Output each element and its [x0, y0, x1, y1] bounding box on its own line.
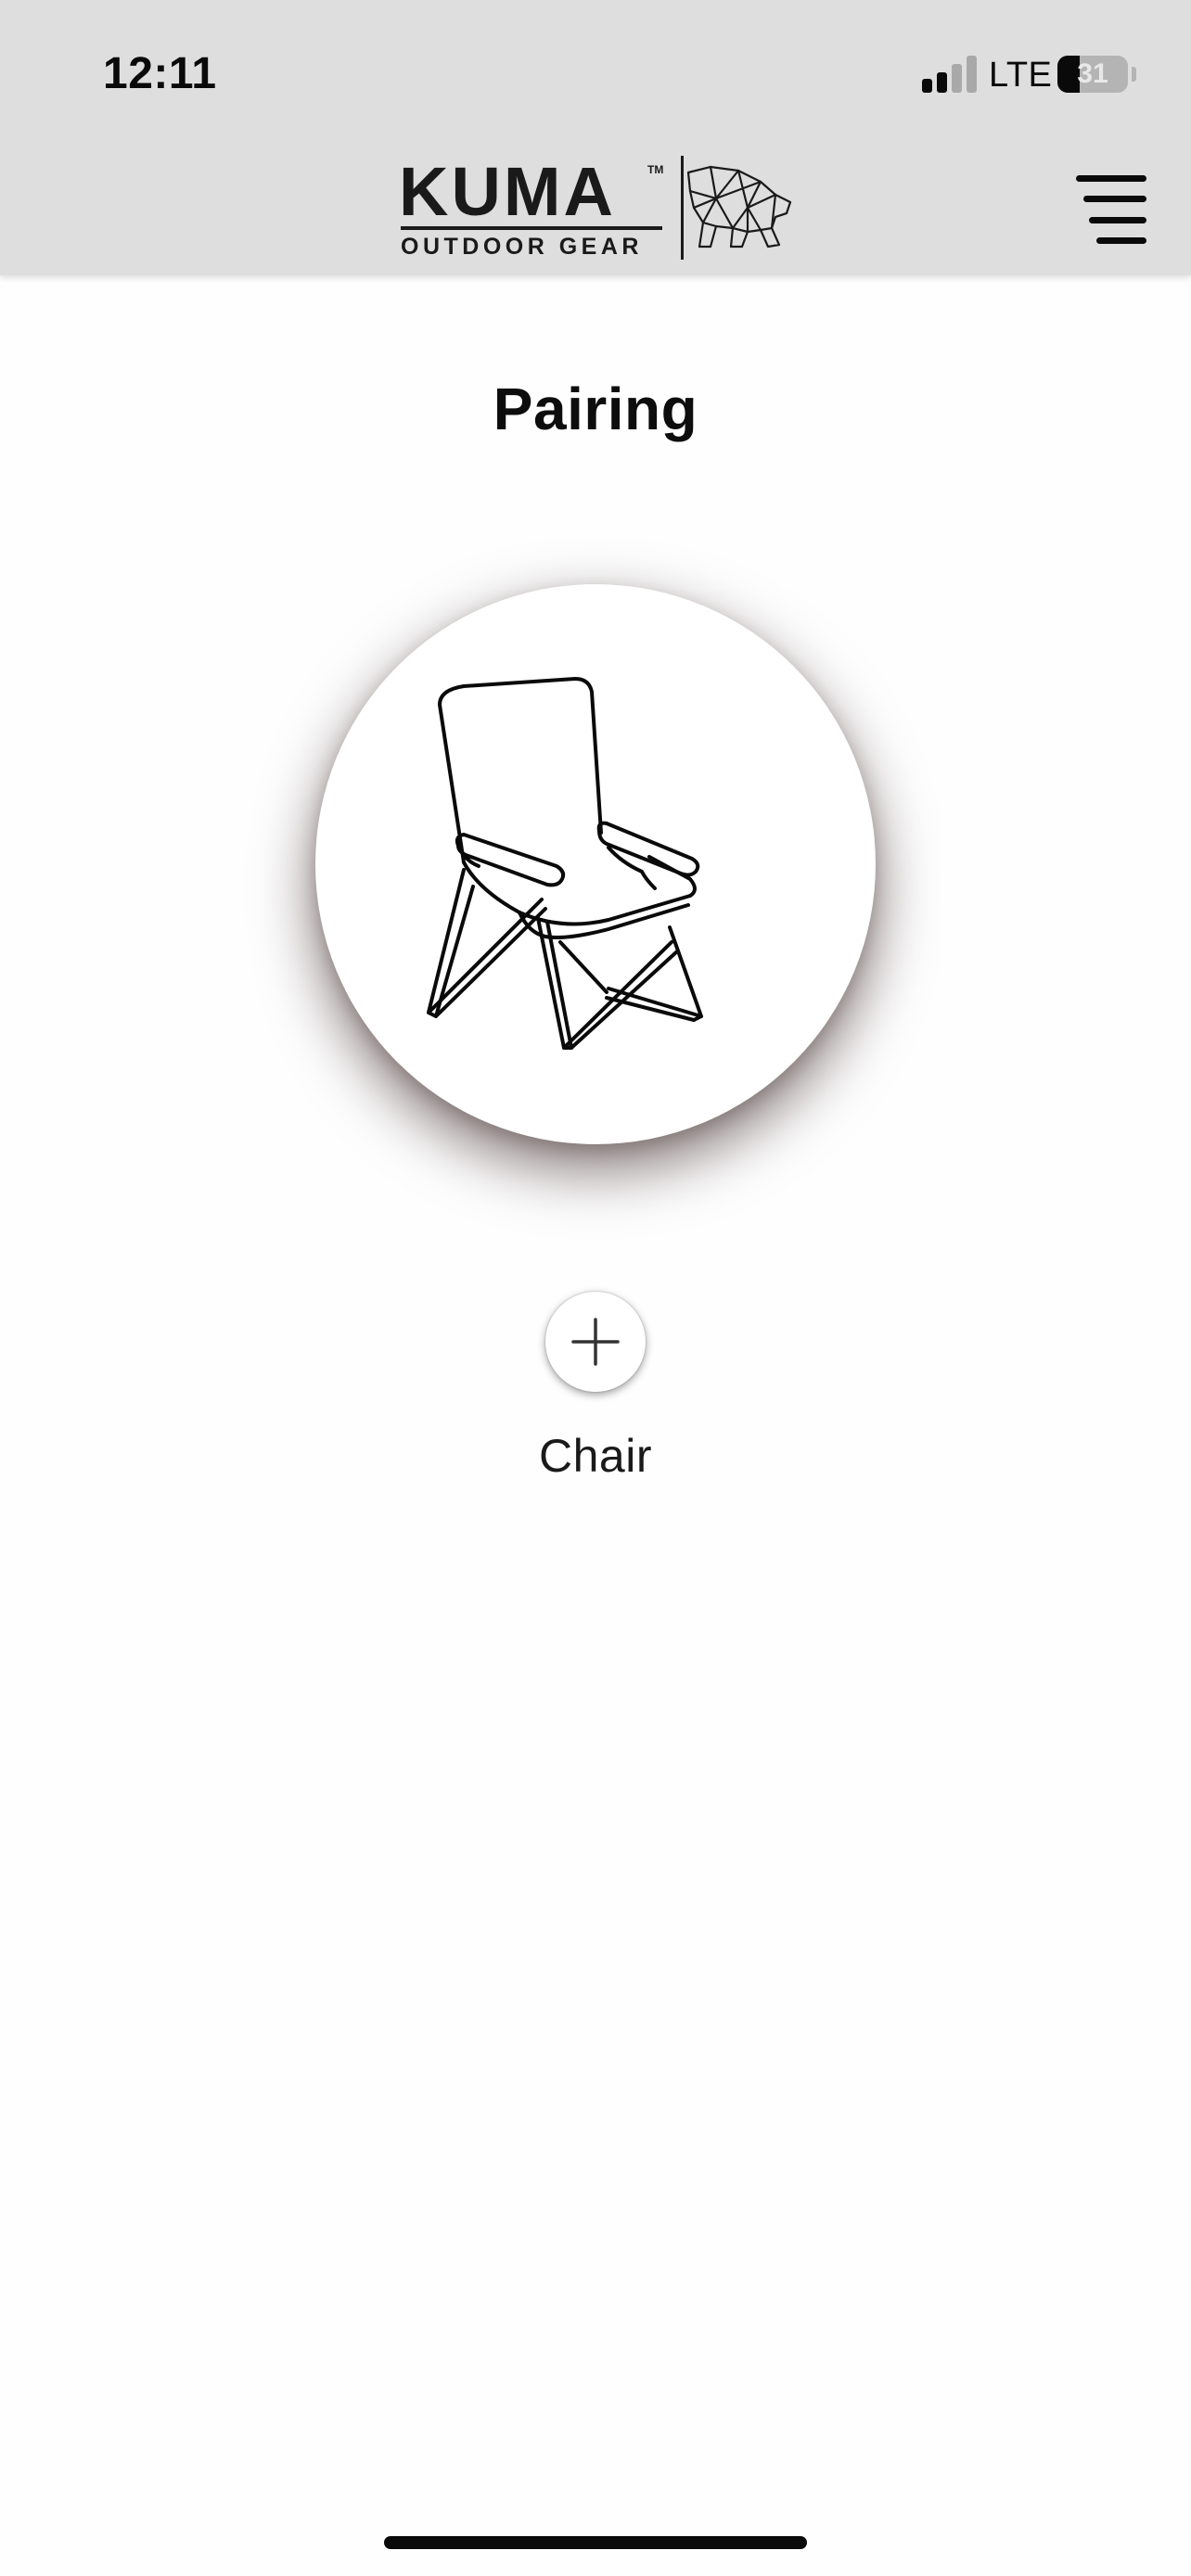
top-bar: 12:11 LTE 31 KUMA TM OUTDOOR GEAR	[0, 0, 1191, 275]
kuma-logo: KUMA TM OUTDOOR GEAR	[399, 156, 798, 263]
home-indicator[interactable]	[384, 2536, 807, 2549]
device-image-card	[315, 584, 876, 1144]
logo-brand: KUMA	[399, 153, 616, 230]
device-label: Chair	[539, 1430, 652, 1482]
status-time: 12:11	[103, 49, 217, 98]
signal-bar	[967, 56, 977, 93]
cellular-signal-icon	[922, 54, 978, 93]
add-chair-button[interactable]	[545, 1292, 646, 1392]
battery-cap	[1132, 67, 1136, 82]
signal-bar	[937, 72, 947, 93]
pairing-screen: 12:11 LTE 31 KUMA TM OUTDOOR GEAR Pairin…	[0, 0, 1191, 2576]
menu-button[interactable]	[1065, 172, 1146, 248]
network-type: LTE	[989, 56, 1053, 95]
folding-chair-icon	[427, 677, 703, 1050]
battery-percent: 31	[1077, 58, 1108, 89]
bear-icon	[686, 165, 792, 249]
battery-icon: 31	[1057, 56, 1128, 93]
page-title: Pairing	[493, 376, 698, 442]
logo-rule	[401, 226, 662, 230]
signal-bar	[952, 64, 962, 93]
plus-icon	[571, 1318, 620, 1366]
menu-line	[1083, 196, 1146, 202]
menu-line	[1089, 217, 1146, 223]
menu-line	[1096, 237, 1146, 244]
menu-line	[1076, 175, 1146, 182]
logo-trademark: TM	[647, 163, 664, 176]
signal-bar	[922, 79, 932, 93]
logo-tagline: OUTDOOR GEAR	[401, 234, 643, 260]
